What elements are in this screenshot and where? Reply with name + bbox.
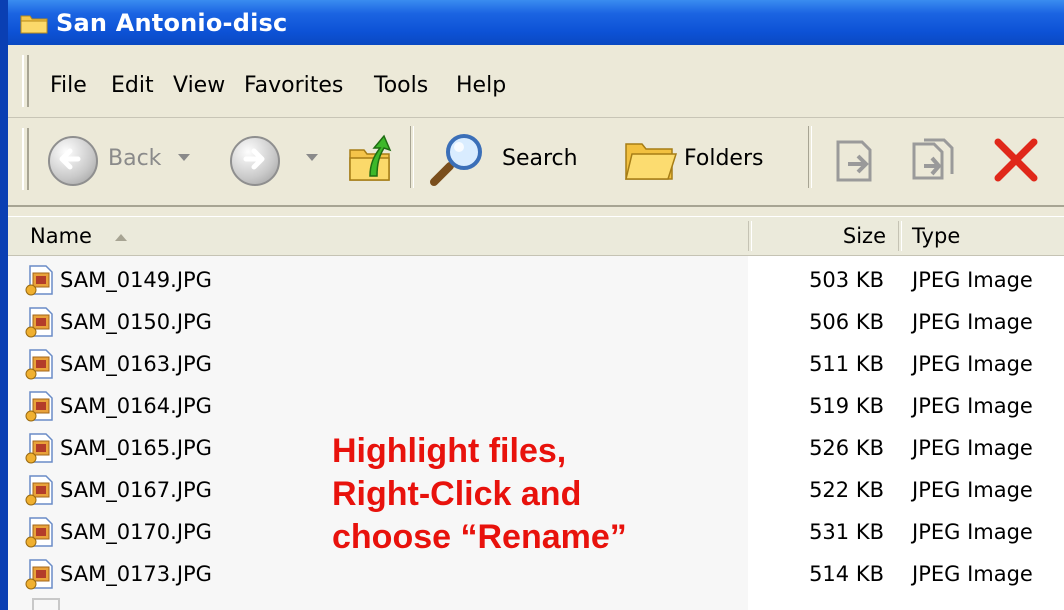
image-file-icon <box>32 598 60 610</box>
file-name: SAM_0170.JPG <box>60 520 212 544</box>
file-type: JPEG Image <box>912 478 1033 502</box>
file-name: SAM_0149.JPG <box>60 268 212 292</box>
folders-icon <box>622 136 678 184</box>
file-type: JPEG Image <box>912 520 1033 544</box>
menu-grip[interactable] <box>22 55 29 107</box>
file-size: 531 KB <box>809 520 884 544</box>
file-size: 503 KB <box>809 268 884 292</box>
file-name: SAM_0150.JPG <box>60 310 212 334</box>
menu-bar: File Edit View Favorites Tools Help <box>8 45 1064 118</box>
image-file-icon <box>24 558 56 590</box>
file-row[interactable]: SAM_0150.JPG 506 KB JPEG Image <box>8 302 1064 344</box>
toolbar-grip[interactable] <box>22 128 29 190</box>
search-label: Search <box>502 146 578 171</box>
image-file-icon <box>24 474 56 506</box>
menu-favorites[interactable]: Favorites <box>244 73 343 98</box>
image-file-icon <box>24 348 56 380</box>
file-type: JPEG Image <box>912 562 1033 586</box>
menu-edit[interactable]: Edit <box>111 73 154 98</box>
menu-view[interactable]: View <box>173 73 225 98</box>
image-file-icon <box>24 264 56 296</box>
file-name: SAM_0167.JPG <box>60 478 212 502</box>
file-type: JPEG Image <box>912 394 1033 418</box>
toolbar-separator <box>410 126 414 188</box>
column-separator[interactable] <box>898 221 902 251</box>
file-size: 514 KB <box>809 562 884 586</box>
back-arrow-icon <box>48 136 98 186</box>
up-folder-icon[interactable] <box>346 132 394 184</box>
file-size: 511 KB <box>809 352 884 376</box>
column-header-bar: Name Size Type <box>8 216 1064 257</box>
image-file-icon <box>24 306 56 338</box>
window-title: San Antonio-disc <box>56 8 288 37</box>
annotation-line: choose “Rename” <box>332 518 627 556</box>
sort-ascending-icon <box>114 233 127 241</box>
forward-arrow-icon[interactable] <box>230 136 280 186</box>
column-header-size[interactable]: Size <box>752 217 894 255</box>
file-size: 506 KB <box>809 310 884 334</box>
explorer-window: San Antonio-disc File Edit View Favorite… <box>8 0 1064 610</box>
delete-icon[interactable] <box>990 134 1042 186</box>
back-label: Back <box>108 146 162 171</box>
file-row[interactable]: SAM_0173.JPG 514 KB JPEG Image <box>8 554 1064 596</box>
file-row[interactable]: SAM_0149.JPG 503 KB JPEG Image <box>8 260 1064 302</box>
image-file-icon <box>24 516 56 548</box>
folders-label: Folders <box>684 146 764 171</box>
toolbar-separator <box>808 126 812 188</box>
move-to-icon[interactable] <box>830 134 882 186</box>
copy-to-icon[interactable] <box>908 134 964 186</box>
column-header-type[interactable]: Type <box>912 217 1064 255</box>
column-header-name[interactable]: Name <box>30 217 748 255</box>
file-type: JPEG Image <box>912 352 1033 376</box>
file-name: SAM_0165.JPG <box>60 436 212 460</box>
column-type-label: Type <box>912 224 961 248</box>
back-dropdown-icon[interactable] <box>178 154 190 161</box>
image-file-icon <box>24 432 56 464</box>
file-row[interactable]: SAM_0163.JPG 511 KB JPEG Image <box>8 344 1064 386</box>
annotation-line: Right-Click and <box>332 475 582 513</box>
image-file-icon <box>24 390 56 422</box>
toolbar: Back Search Folders <box>8 118 1064 207</box>
search-icon <box>426 132 486 188</box>
file-type: JPEG Image <box>912 310 1033 334</box>
menu-tools[interactable]: Tools <box>374 73 428 98</box>
column-size-label: Size <box>842 224 886 248</box>
file-size: 519 KB <box>809 394 884 418</box>
file-name: SAM_0164.JPG <box>60 394 212 418</box>
file-size: 522 KB <box>809 478 884 502</box>
file-type: JPEG Image <box>912 268 1033 292</box>
file-row[interactable]: SAM_0164.JPG 519 KB JPEG Image <box>8 386 1064 428</box>
file-name: SAM_0173.JPG <box>60 562 212 586</box>
file-type: JPEG Image <box>912 436 1033 460</box>
forward-dropdown-icon[interactable] <box>306 154 318 161</box>
file-size: 526 KB <box>809 436 884 460</box>
title-bar[interactable]: San Antonio-disc <box>8 0 1064 45</box>
folder-icon <box>20 12 48 34</box>
menu-help[interactable]: Help <box>456 73 506 98</box>
instruction-annotation: Highlight files, Right-Click and choose … <box>332 430 772 559</box>
file-name: SAM_0163.JPG <box>60 352 212 376</box>
menu-file[interactable]: File <box>50 73 87 98</box>
annotation-line: Highlight files, <box>332 432 567 470</box>
column-name-label: Name <box>30 224 92 248</box>
